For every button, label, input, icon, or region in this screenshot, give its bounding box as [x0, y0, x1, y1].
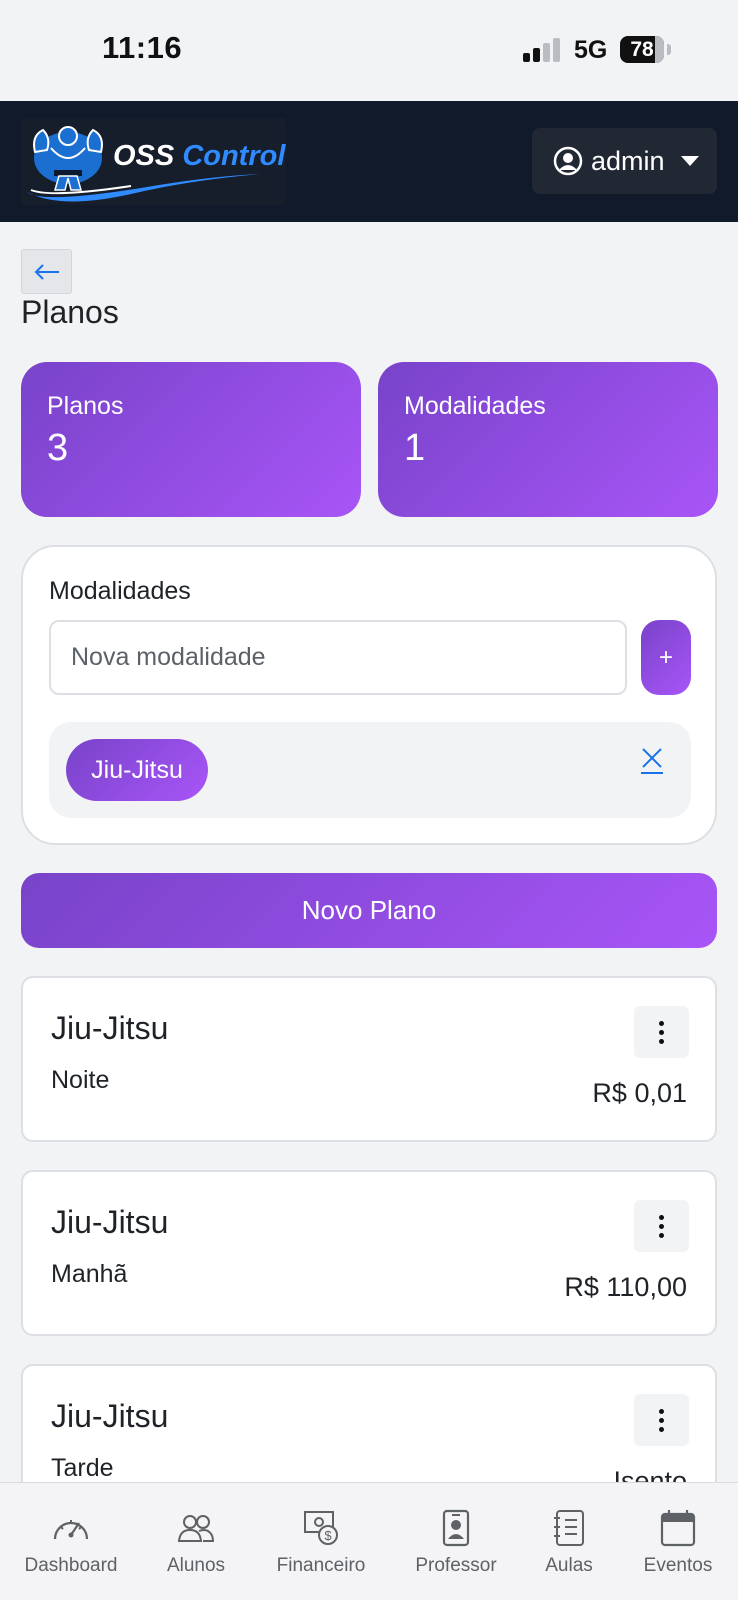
kebab-dot [659, 1020, 664, 1026]
modalidades-list: Jiu-Jitsu [49, 722, 691, 818]
remove-modalidade-button[interactable] [640, 746, 664, 776]
battery-tip [667, 44, 671, 55]
stat-label: Modalidades [404, 392, 546, 420]
stat-value: 1 [404, 427, 426, 469]
plan-card[interactable]: Jiu-Jitsu Noite R$ 0,01 [21, 976, 717, 1142]
signal-icon [523, 38, 563, 62]
plan-name: Jiu-Jitsu [51, 1204, 169, 1240]
plan-price: R$ 110,00 [564, 1272, 687, 1302]
logo-text-control: Control [182, 140, 286, 172]
modalidades-title: Modalidades [49, 577, 191, 605]
nav-item-eventos[interactable]: Eventos [628, 1483, 728, 1600]
stat-card-planos: Planos 3 [21, 362, 361, 517]
cash-icon: $ [302, 1509, 340, 1547]
nav-item-alunos[interactable]: Alunos [141, 1483, 251, 1600]
status-time: 11:16 [102, 30, 183, 65]
page-title: Planos [21, 294, 119, 330]
arrow-left-icon [34, 263, 59, 280]
close-icon [641, 748, 663, 774]
novo-plano-button[interactable]: Novo Plano [21, 873, 717, 948]
nav-item-aulas[interactable]: Aulas [523, 1483, 615, 1600]
logo-text-oss: OSS [113, 140, 175, 172]
kebab-dot [659, 1038, 664, 1044]
badge-icon [441, 1509, 471, 1547]
logo[interactable]: OSS Control [21, 118, 286, 205]
kebab-dot [659, 1232, 664, 1238]
modalidade-chip[interactable]: Jiu-Jitsu [66, 739, 208, 801]
nav-item-dashboard[interactable]: Dashboard [10, 1483, 132, 1600]
user-circle-icon [553, 146, 583, 176]
kebab-dot [659, 1408, 664, 1414]
svg-text:$: $ [324, 1528, 332, 1543]
nav-label: Aulas [545, 1555, 593, 1576]
plan-name: Jiu-Jitsu [51, 1010, 169, 1046]
stat-card-modalidades: Modalidades 1 [378, 362, 718, 517]
stat-value: 3 [47, 427, 69, 469]
notebook-icon [552, 1509, 586, 1547]
kebab-dot [659, 1426, 664, 1432]
nav-label: Dashboard [24, 1555, 118, 1576]
bottom-nav: Dashboard Alunos $ Financeiro Professor … [0, 1482, 738, 1600]
kebab-dot [659, 1029, 664, 1035]
battery-level: 78 [630, 37, 654, 61]
plan-name: Jiu-Jitsu [51, 1398, 169, 1434]
plan-price: R$ 0,01 [592, 1078, 687, 1108]
plan-card[interactable]: Jiu-Jitsu Manhã R$ 110,00 [21, 1170, 717, 1336]
plan-period: Manhã [51, 1260, 128, 1288]
status-bar: 11:16 5G 78 [0, 0, 738, 101]
new-modalidade-input[interactable] [49, 620, 627, 695]
kebab-dot [659, 1417, 664, 1423]
plan-options-button[interactable] [634, 1394, 689, 1446]
plan-options-button[interactable] [634, 1200, 689, 1252]
nav-label: Professor [415, 1555, 497, 1576]
plan-period: Noite [51, 1066, 110, 1094]
nav-item-professor[interactable]: Professor [397, 1483, 515, 1600]
back-button[interactable] [21, 249, 72, 294]
network-label: 5G [574, 36, 608, 64]
add-modalidade-button[interactable]: + [641, 620, 691, 695]
chevron-down-icon [680, 156, 699, 166]
app-header: OSS Control admin [0, 101, 738, 222]
nav-label: Financeiro [276, 1555, 366, 1576]
nav-item-financeiro[interactable]: $ Financeiro [261, 1483, 381, 1600]
calendar-icon [660, 1509, 696, 1547]
nav-label: Eventos [643, 1555, 713, 1576]
user-menu-label: admin [591, 145, 665, 176]
plan-period: Tarde [51, 1454, 114, 1482]
plan-options-button[interactable] [634, 1006, 689, 1058]
speedometer-icon [52, 1509, 90, 1547]
user-menu-button[interactable]: admin [532, 128, 717, 194]
battery-icon: 78 [620, 36, 664, 63]
modalidades-panel: Modalidades + Jiu-Jitsu [21, 545, 717, 845]
kebab-dot [659, 1223, 664, 1229]
stat-label: Planos [47, 392, 124, 420]
logo-text: OSS Control [113, 140, 285, 173]
kebab-dot [659, 1214, 664, 1220]
people-icon [177, 1509, 215, 1547]
nav-label: Alunos [166, 1555, 226, 1576]
